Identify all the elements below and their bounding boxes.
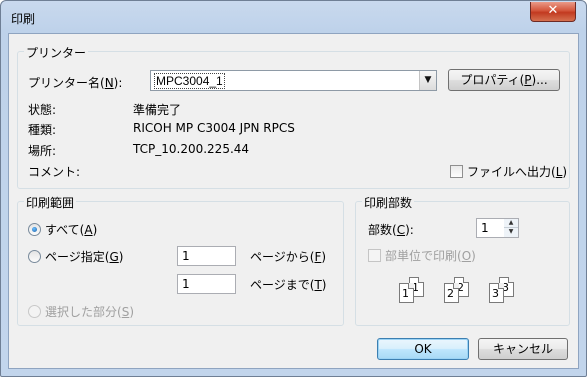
collate-page: 3 bbox=[489, 283, 504, 303]
collate-page: 2 bbox=[444, 283, 459, 303]
cancel-button[interactable]: キャンセル bbox=[478, 338, 568, 360]
print-range-group: 印刷範囲 すべて(A) ページ指定(G) 1 ページから(F) 1 ページまで(… bbox=[17, 194, 344, 326]
page-to-label: ページまで(T) bbox=[250, 278, 327, 292]
print-to-file-checkbox[interactable] bbox=[450, 165, 463, 178]
spin-up-icon[interactable]: ▲ bbox=[504, 219, 518, 228]
collate-label: 部単位で印刷(O) bbox=[385, 249, 476, 263]
page-from-input[interactable]: 1 bbox=[177, 246, 236, 266]
printer-group: プリンター プリンター名(N): MPC3004_1 ▼ プロパティ(P)...… bbox=[17, 44, 570, 189]
location-value: TCP_10.200.225.44 bbox=[133, 142, 250, 156]
type-label: 種類: bbox=[28, 123, 57, 137]
collate-checkbox[interactable] bbox=[368, 249, 381, 262]
location-label: 場所: bbox=[28, 144, 57, 158]
close-button[interactable]: ✕ bbox=[530, 2, 576, 22]
range-all-radio[interactable] bbox=[28, 223, 41, 236]
chevron-down-icon[interactable]: ▼ bbox=[419, 71, 436, 90]
range-selection-radio[interactable] bbox=[28, 305, 41, 318]
dialog-body: プリンター プリンター名(N): MPC3004_1 ▼ プロパティ(P)...… bbox=[8, 33, 579, 369]
radio-selected-dot bbox=[32, 227, 37, 232]
range-selection-label: 選択した部分(S) bbox=[45, 305, 134, 319]
ok-button[interactable]: OK bbox=[377, 338, 469, 360]
printer-group-legend: プリンター bbox=[24, 44, 89, 61]
range-pages-radio[interactable] bbox=[28, 250, 41, 263]
range-all-label[interactable]: すべて(A) bbox=[45, 221, 97, 238]
copies-input[interactable]: 1 bbox=[476, 218, 505, 238]
print-range-legend: 印刷範囲 bbox=[24, 194, 77, 211]
title-bar[interactable]: 印刷 ✕ bbox=[1, 1, 586, 33]
printer-name-label: プリンター名(N): bbox=[28, 76, 123, 90]
spin-down-icon[interactable]: ▼ bbox=[504, 228, 518, 236]
type-value: RICOH MP C3004 JPN RPCS bbox=[133, 121, 295, 135]
print-dialog-window: 印刷 ✕ プリンター プリンター名(N): MPC3004_1 ▼ プロパティ(… bbox=[0, 0, 587, 377]
page-to-input[interactable]: 1 bbox=[177, 274, 236, 294]
printer-name-value: MPC3004_1 bbox=[154, 73, 225, 89]
status-value: 準備完了 bbox=[133, 103, 182, 117]
page-from-label: ページから(F) bbox=[250, 250, 327, 264]
copies-spinner[interactable]: ▲ ▼ bbox=[504, 218, 519, 238]
copies-label: 部数(C): bbox=[368, 223, 414, 237]
window-title: 印刷 bbox=[11, 12, 36, 26]
copies-legend: 印刷部数 bbox=[362, 194, 415, 211]
status-label: 状態: bbox=[28, 103, 57, 117]
print-to-file-label[interactable]: ファイルへ出力(L) bbox=[467, 163, 567, 180]
copies-group: 印刷部数 部数(C): 1 ▲ ▼ 部単位で印刷(O) 1 1 2 2 3 3 bbox=[355, 194, 570, 326]
printer-name-select[interactable]: MPC3004_1 ▼ bbox=[150, 70, 437, 91]
comment-label: コメント: bbox=[28, 165, 81, 179]
range-pages-label[interactable]: ページ指定(G) bbox=[45, 248, 123, 265]
properties-button[interactable]: プロパティ(P)... bbox=[448, 69, 560, 91]
close-icon: ✕ bbox=[547, 3, 559, 18]
collate-page: 1 bbox=[399, 283, 414, 303]
